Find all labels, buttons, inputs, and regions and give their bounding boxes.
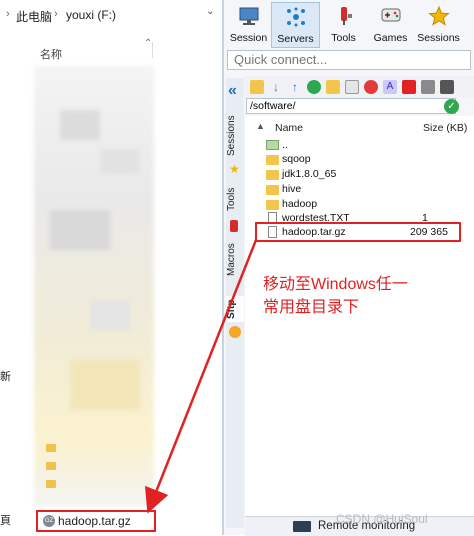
watermark-text: CSDN @HuiSoul xyxy=(336,512,428,526)
annotation-arrow xyxy=(144,239,258,514)
remote-monitoring-icon xyxy=(293,521,311,532)
